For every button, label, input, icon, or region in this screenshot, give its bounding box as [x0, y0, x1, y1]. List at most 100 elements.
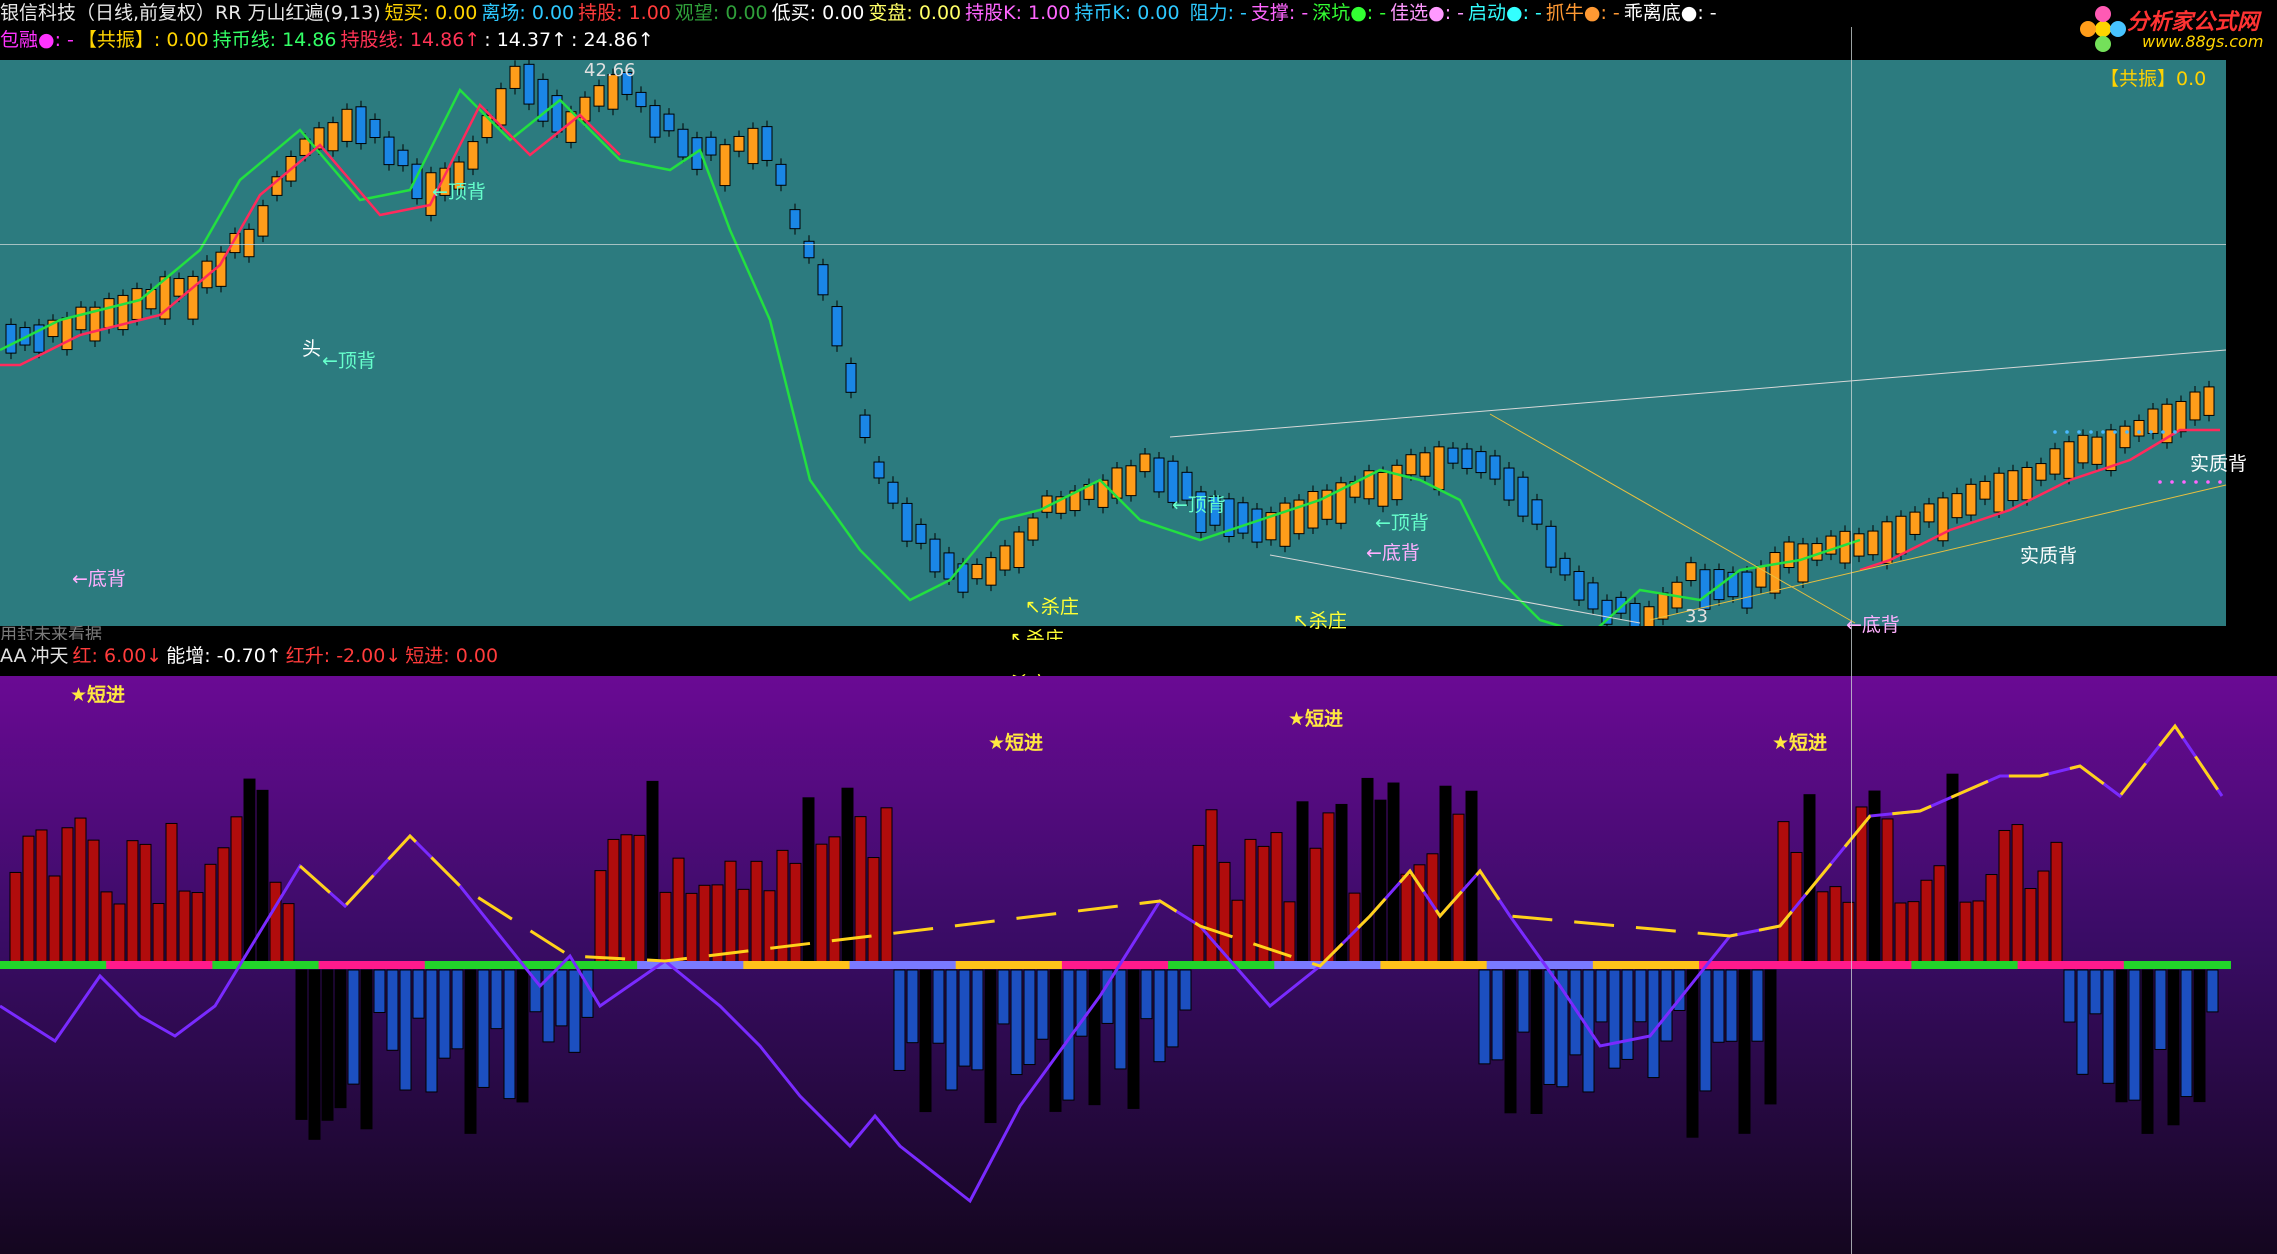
histogram-bar-up — [22, 835, 35, 965]
histogram-bar-up — [750, 860, 763, 965]
dot-marker — [2125, 430, 2129, 434]
candle — [1867, 530, 1879, 556]
histogram-bar-down — [295, 969, 308, 1120]
histogram-bar-down — [2154, 969, 2167, 1050]
candle — [369, 118, 381, 139]
header-field2-4: : 14.37↑ — [484, 29, 568, 51]
zero-line-segment — [318, 961, 426, 969]
histogram-bar-down — [1010, 969, 1023, 1076]
candle — [187, 275, 199, 320]
zero-line-segment — [424, 961, 532, 969]
header-field-11: 深坑●: - — [1312, 2, 1387, 24]
histogram-bar-down — [1608, 969, 1621, 1069]
header-field-9: 阻力: - — [1183, 2, 1247, 24]
histogram-bar-down — [1647, 969, 1660, 1079]
candle — [1573, 570, 1585, 601]
dot-marker — [2182, 480, 2186, 484]
candle — [2175, 400, 2187, 433]
histogram-bar-up — [1816, 891, 1829, 965]
histogram-bar-down — [906, 969, 919, 1044]
dot-marker — [2194, 480, 2198, 484]
dot-marker — [2053, 430, 2057, 434]
histogram-bar-down — [1140, 969, 1153, 1020]
candle — [1447, 447, 1459, 464]
candle — [845, 362, 857, 393]
zero-line-segment — [1061, 961, 1170, 969]
histogram-bar-down — [386, 969, 399, 1051]
histogram-bar-up — [74, 817, 87, 965]
candle — [1559, 557, 1571, 576]
histogram-bar-up — [1803, 794, 1816, 965]
candle — [383, 136, 395, 166]
histogram-bar-up — [2024, 888, 2037, 965]
candle — [789, 209, 801, 230]
histogram-bar-up — [646, 780, 659, 965]
zero-line-segment — [2123, 961, 2231, 969]
candle — [341, 108, 353, 142]
histogram-bar-down — [2102, 969, 2115, 1084]
histogram-bar-up — [828, 836, 841, 965]
price-high-label: 42.66 — [584, 60, 636, 81]
histogram-bar-up — [126, 840, 139, 965]
histogram-bar-down — [1725, 969, 1738, 1042]
candle — [565, 111, 577, 143]
candle — [649, 105, 661, 138]
dot-marker — [2158, 480, 2162, 484]
header-field-1: 短买: 0.00 — [384, 2, 478, 24]
histogram-bar-down — [945, 969, 958, 1091]
dot-marker — [2101, 430, 2105, 434]
chart-annotation-13: 实质背 — [2190, 453, 2248, 475]
histogram-bar-up — [165, 822, 178, 965]
candle — [859, 414, 871, 439]
histogram-bar-up — [1894, 902, 1907, 965]
histogram-bar-up — [178, 890, 191, 965]
histogram-bar-down — [1478, 969, 1491, 1065]
histogram-bar-up — [1881, 818, 1894, 965]
histogram-bar-up — [2050, 841, 2063, 965]
histogram-bar-up — [256, 789, 269, 965]
candle — [1139, 453, 1151, 473]
candle — [705, 136, 717, 156]
header-field-0: 银信科技（日线,前复权）RR 万山红遍(9,13) — [0, 2, 381, 24]
header-field2-0: 包融●: - — [0, 29, 74, 51]
histogram-bar-up — [1374, 799, 1387, 965]
candle — [2203, 386, 2215, 416]
histogram-bar-up — [672, 857, 685, 965]
candle — [1797, 543, 1809, 583]
histogram-bar-up — [113, 903, 126, 965]
histogram-bar-down — [1751, 969, 1764, 1042]
short-entry-star-2: ★短进 — [1288, 708, 1344, 730]
candle — [677, 128, 689, 158]
dot-marker — [2149, 430, 2153, 434]
candle — [1545, 525, 1557, 568]
histogram-bar-up — [152, 903, 165, 965]
zero-line-segment — [2017, 961, 2125, 969]
candle — [719, 144, 731, 187]
sub-field-0: AA — [0, 645, 27, 667]
candle — [2049, 448, 2061, 475]
candle — [495, 88, 507, 126]
histogram-bar-up — [685, 892, 698, 965]
header-field-14: 抓牛●: - — [1545, 2, 1620, 24]
crosshair-horizontal — [0, 244, 2226, 245]
histogram-bar-up — [659, 891, 672, 965]
histogram-bar-up — [594, 870, 607, 965]
candle — [1853, 533, 1865, 557]
histogram-bar-up — [100, 891, 113, 965]
histogram-bar-down — [360, 969, 373, 1130]
candle — [817, 264, 829, 296]
histogram-bar-down — [1179, 969, 1192, 1011]
candle — [1503, 467, 1515, 501]
histogram-bar-up — [2011, 824, 2024, 965]
candle — [1951, 493, 1963, 519]
histogram-bar-down — [2206, 969, 2219, 1013]
histogram-bar-down — [2076, 969, 2089, 1075]
candle — [733, 135, 745, 152]
histogram-bar-down — [477, 969, 490, 1088]
candle — [1685, 562, 1697, 582]
candle — [2063, 441, 2075, 479]
dot-marker — [2218, 480, 2222, 484]
candle — [1741, 571, 1753, 609]
histogram-bar-down — [1166, 969, 1179, 1048]
histogram-bar-down — [958, 969, 971, 1067]
